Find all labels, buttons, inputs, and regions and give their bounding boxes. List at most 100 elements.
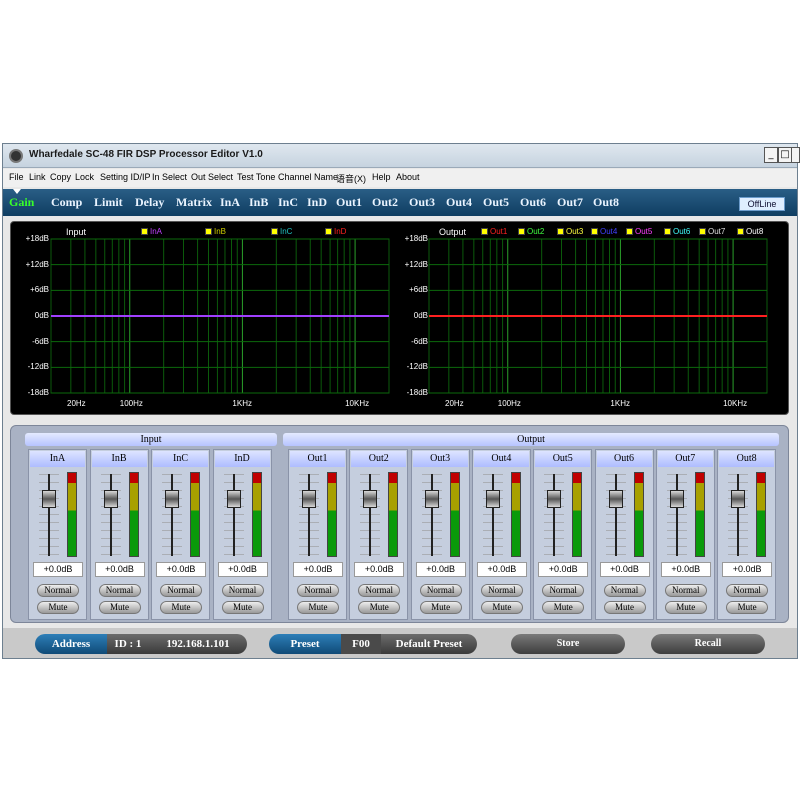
- polarity-normal-button[interactable]: Normal: [419, 584, 462, 597]
- polarity-normal-button[interactable]: Normal: [160, 584, 202, 597]
- polarity-normal-button[interactable]: Normal: [664, 584, 707, 597]
- tab-matrix[interactable]: Matrix: [176, 195, 212, 210]
- fader-track[interactable]: [171, 474, 173, 556]
- mute-button[interactable]: Mute: [160, 601, 202, 614]
- polarity-normal-button[interactable]: Normal: [297, 584, 339, 597]
- fader-knob[interactable]: [669, 490, 684, 508]
- menu-item-10[interactable]: Help: [372, 172, 391, 182]
- polarity-normal-button[interactable]: Normal: [480, 584, 523, 597]
- tab-out1[interactable]: Out1: [336, 195, 362, 210]
- input-legend-inb[interactable]: InB: [205, 227, 226, 236]
- tab-ind[interactable]: InD: [307, 195, 327, 210]
- close-button[interactable]: [792, 147, 800, 163]
- legend-checkbox-icon[interactable]: [664, 228, 671, 235]
- gain-input[interactable]: +0.0dB: [217, 562, 268, 577]
- mute-button[interactable]: Mute: [542, 601, 585, 614]
- fader-track[interactable]: [308, 474, 310, 556]
- legend-checkbox-icon[interactable]: [271, 228, 278, 235]
- fader-track[interactable]: [430, 474, 433, 556]
- tab-out8[interactable]: Out8: [593, 195, 619, 210]
- tab-out6[interactable]: Out6: [520, 195, 546, 210]
- output-legend-out2[interactable]: Out2: [518, 227, 544, 236]
- menu-item-3[interactable]: Lock: [75, 172, 94, 182]
- polarity-normal-button[interactable]: Normal: [37, 584, 79, 597]
- polarity-normal-button[interactable]: Normal: [726, 584, 769, 597]
- legend-checkbox-icon[interactable]: [141, 228, 148, 235]
- tab-inb[interactable]: InB: [249, 195, 268, 210]
- polarity-normal-button[interactable]: Normal: [98, 584, 141, 597]
- menu-item-2[interactable]: Copy: [50, 172, 71, 182]
- menu-item-9[interactable]: 语音(X): [336, 172, 366, 185]
- legend-checkbox-icon[interactable]: [205, 228, 212, 235]
- fader-knob[interactable]: [731, 490, 746, 508]
- mute-button[interactable]: Mute: [419, 601, 462, 614]
- connection-status-badge[interactable]: OffLine: [739, 197, 785, 211]
- menu-item-1[interactable]: Link: [29, 172, 46, 182]
- mute-button[interactable]: Mute: [358, 601, 401, 614]
- menu-item-11[interactable]: About: [396, 172, 420, 182]
- mute-button[interactable]: Mute: [221, 601, 264, 614]
- fader-knob[interactable]: [363, 490, 378, 508]
- recall-button[interactable]: Recall: [651, 634, 765, 654]
- mute-button[interactable]: Mute: [480, 601, 523, 614]
- mute-button[interactable]: Mute: [297, 601, 339, 614]
- output-legend-out7[interactable]: Out7: [699, 227, 725, 236]
- tab-out5[interactable]: Out5: [483, 195, 509, 210]
- fader-knob[interactable]: [226, 490, 241, 508]
- legend-checkbox-icon[interactable]: [699, 228, 706, 235]
- fader-knob[interactable]: [165, 490, 179, 508]
- legend-checkbox-icon[interactable]: [557, 228, 564, 235]
- gain-input[interactable]: +0.0dB: [415, 562, 466, 577]
- gain-input[interactable]: +0.0dB: [660, 562, 711, 577]
- menu-item-8[interactable]: Channel Name: [278, 172, 338, 182]
- tab-out2[interactable]: Out2: [372, 195, 398, 210]
- output-legend-out4[interactable]: Out4: [591, 227, 617, 236]
- fader-track[interactable]: [369, 474, 372, 556]
- legend-checkbox-icon[interactable]: [518, 228, 525, 235]
- fader-knob[interactable]: [424, 490, 439, 508]
- legend-checkbox-icon[interactable]: [737, 228, 744, 235]
- legend-checkbox-icon[interactable]: [325, 228, 332, 235]
- menu-item-5[interactable]: In Select: [152, 172, 187, 182]
- gain-input[interactable]: +0.0dB: [354, 562, 405, 577]
- input-legend-ind[interactable]: InD: [325, 227, 346, 236]
- tab-gain[interactable]: Gain: [9, 195, 34, 210]
- output-legend-out1[interactable]: Out1: [481, 227, 507, 236]
- input-legend-inc[interactable]: InC: [271, 227, 292, 236]
- output-legend-out3[interactable]: Out3: [557, 227, 583, 236]
- output-legend-out5[interactable]: Out5: [626, 227, 652, 236]
- gain-input[interactable]: +0.0dB: [476, 562, 527, 577]
- mute-button[interactable]: Mute: [603, 601, 646, 614]
- legend-checkbox-icon[interactable]: [481, 228, 488, 235]
- fader-track[interactable]: [232, 474, 235, 556]
- mute-button[interactable]: Mute: [98, 601, 141, 614]
- fader-track[interactable]: [614, 474, 617, 556]
- fader-track[interactable]: [737, 474, 740, 556]
- menu-item-7[interactable]: Test Tone: [237, 172, 275, 182]
- mute-button[interactable]: Mute: [664, 601, 707, 614]
- gain-input[interactable]: +0.0dB: [33, 562, 83, 577]
- store-button[interactable]: Store: [511, 634, 625, 654]
- gain-input[interactable]: +0.0dB: [156, 562, 206, 577]
- gain-input[interactable]: +0.0dB: [599, 562, 650, 577]
- output-legend-out6[interactable]: Out6: [664, 227, 690, 236]
- gain-input[interactable]: +0.0dB: [293, 562, 343, 577]
- tab-out7[interactable]: Out7: [557, 195, 583, 210]
- mute-button[interactable]: Mute: [726, 601, 769, 614]
- gain-input[interactable]: +0.0dB: [538, 562, 589, 577]
- fader-track[interactable]: [553, 474, 556, 556]
- fader-knob[interactable]: [302, 490, 316, 508]
- tab-limit[interactable]: Limit: [94, 195, 123, 210]
- fader-track[interactable]: [675, 474, 678, 556]
- fader-knob[interactable]: [485, 490, 500, 508]
- legend-checkbox-icon[interactable]: [626, 228, 633, 235]
- fader-knob[interactable]: [103, 490, 118, 508]
- polarity-normal-button[interactable]: Normal: [603, 584, 646, 597]
- tab-inc[interactable]: InC: [278, 195, 298, 210]
- tab-delay[interactable]: Delay: [135, 195, 164, 210]
- polarity-normal-button[interactable]: Normal: [358, 584, 401, 597]
- minimize-button[interactable]: _: [764, 147, 778, 163]
- tab-out4[interactable]: Out4: [446, 195, 472, 210]
- input-legend-ina[interactable]: InA: [141, 227, 162, 236]
- polarity-normal-button[interactable]: Normal: [221, 584, 264, 597]
